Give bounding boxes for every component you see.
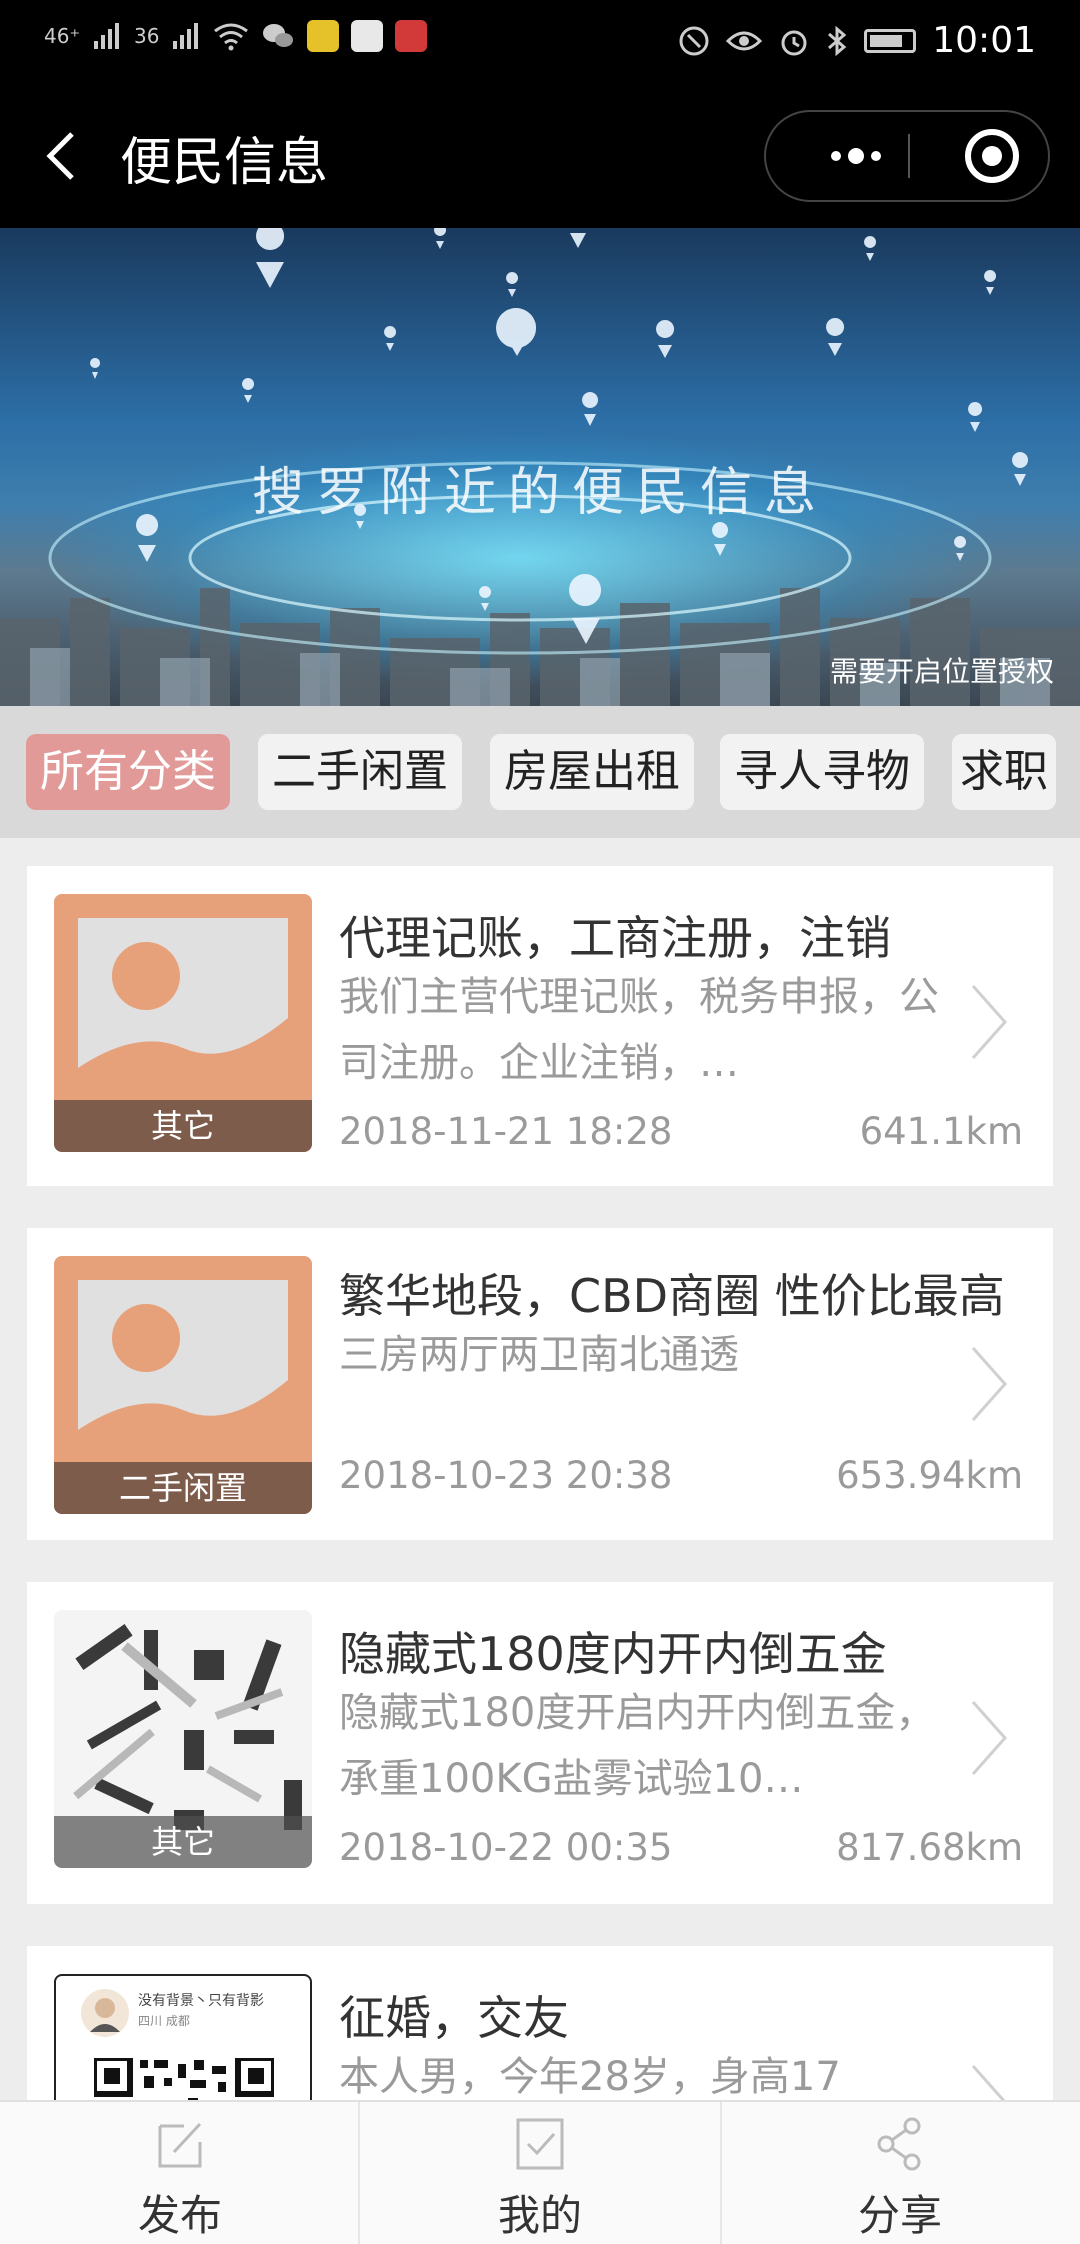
qr-caption-name: 没有背景丶只有背影 [138, 1993, 264, 2009]
status-bar: 46⁺ 36 10:01 [0, 0, 1080, 84]
avatar [81, 1989, 129, 2037]
image-placeholder-icon [78, 1280, 288, 1466]
mine-button[interactable]: 我的 [360, 2102, 720, 2244]
item-category-badge: 二手闲置 [54, 1462, 312, 1514]
item-date: 2018-10-23 20:38 [339, 1454, 673, 1497]
item-description: 三房两厅两卫南北通透 [339, 1332, 739, 1378]
chevron-right-icon [971, 1701, 1008, 1775]
list-item[interactable]: 其它 代理记账，工商注册，注销 我们主营代理记账，税务申报，公司注册。企业注销，… [27, 866, 1053, 1186]
list-item[interactable]: 没有背景丶只有背影 四川 成都 征婚，交友 本人男，今年28岁，身高17 [27, 1946, 1053, 2106]
location-permission-note[interactable]: 需要开启位置授权 [830, 650, 1054, 690]
signal-label-2: 36 [134, 24, 160, 48]
qr-code-image [94, 2058, 274, 2106]
chevron-right-icon [971, 1347, 1008, 1421]
eye-icon [726, 31, 763, 50]
item-distance: 653.94km [836, 1454, 1023, 1497]
checklist-icon [516, 2118, 564, 2170]
list-item[interactable]: 二手闲置 繁华地段，CBD商圈 性价比最高 三房两厅两卫南北通透 2018-10… [27, 1228, 1053, 1540]
item-title: 代理记账，工商注册，注销 [339, 911, 891, 965]
clock: 10:01 [932, 20, 1036, 61]
app-icon-red [395, 20, 428, 52]
share-label: 分享 [857, 2191, 942, 2240]
menu-capsule [764, 110, 1050, 202]
wechat-icon [263, 24, 294, 47]
item-category-badge: 其它 [54, 1100, 312, 1152]
banner-title: 搜罗附近的便民信息 [251, 463, 828, 523]
item-thumbnail: 其它 [54, 1610, 312, 1868]
publish-label: 发布 [137, 2191, 222, 2240]
chevron-right-icon [971, 985, 1008, 1059]
item-distance: 641.1km [859, 1110, 1023, 1153]
bluetooth-icon [828, 25, 847, 56]
item-category-badge: 其它 [54, 1816, 312, 1868]
nfc-icon [679, 26, 709, 55]
item-date: 2018-10-22 00:35 [339, 1826, 673, 1869]
signal-label-1: 46⁺ [44, 24, 81, 48]
status-right: 10:01 [678, 20, 1036, 61]
item-description: 本人男，今年28岁，身高17 [339, 2054, 841, 2100]
item-description: 我们主营代理记账，税务申报，公司注册。企业注销，… [339, 974, 939, 1086]
tab-house-rental[interactable]: 房屋出租 [490, 734, 694, 810]
more-dots-icon[interactable] [806, 112, 906, 200]
alarm-icon [781, 30, 807, 55]
banner[interactable]: 搜罗附近的便民信息 需要开启位置授权 [0, 228, 1080, 706]
item-thumbnail: 二手闲置 [54, 1256, 312, 1514]
item-description: 隐藏式180度开启内开内倒五金，承重100KG盐雾试验10… [339, 1690, 936, 1802]
category-tabs: 所有分类 二手闲置 房屋出租 寻人寻物 求职 [0, 706, 1080, 838]
share-button[interactable]: 分享 [720, 2102, 1080, 2244]
bottom-toolbar: 发布 我的 分享 [0, 2100, 1080, 2244]
capsule-divider [908, 134, 910, 178]
app-icon-map [351, 20, 384, 52]
qr-caption-location: 四川 成都 [138, 2014, 190, 2028]
target-close-icon[interactable] [942, 112, 1042, 200]
edit-icon [158, 2122, 202, 2168]
tab-lost-found[interactable]: 寻人寻物 [720, 734, 924, 810]
item-thumbnail: 其它 [54, 894, 312, 1152]
item-title: 隐藏式180度内开内倒五金 [339, 1627, 887, 1681]
item-distance: 817.68km [836, 1826, 1023, 1869]
tab-job-seeking[interactable]: 求职 [952, 734, 1056, 810]
item-title: 征婚，交友 [339, 1991, 569, 2045]
list-item[interactable]: 其它 隐藏式180度内开内倒五金 隐藏式180度开启内开内倒五金，承重100KG… [27, 1582, 1053, 1904]
status-left: 46⁺ 36 [44, 20, 428, 52]
signal-icon [94, 23, 120, 49]
publish-button[interactable]: 发布 [0, 2102, 360, 2244]
signal-icon [173, 23, 199, 49]
page-title: 便民信息 [120, 133, 329, 193]
battery-icon [864, 28, 917, 53]
tab-all-categories[interactable]: 所有分类 [26, 734, 230, 810]
mine-label: 我的 [497, 2191, 582, 2240]
nav-bar: 便民信息 [0, 84, 1080, 228]
item-title: 繁华地段，CBD商圈 性价比最高 [339, 1269, 1005, 1323]
item-thumbnail: 没有背景丶只有背影 四川 成都 [54, 1974, 312, 2106]
wifi-icon [214, 23, 249, 51]
app-icon-yellow [307, 20, 340, 52]
image-placeholder-icon [78, 918, 288, 1104]
tab-second-hand[interactable]: 二手闲置 [258, 734, 462, 810]
share-icon [877, 2117, 921, 2171]
item-date: 2018-11-21 18:28 [339, 1110, 673, 1153]
back-icon[interactable] [42, 130, 82, 182]
